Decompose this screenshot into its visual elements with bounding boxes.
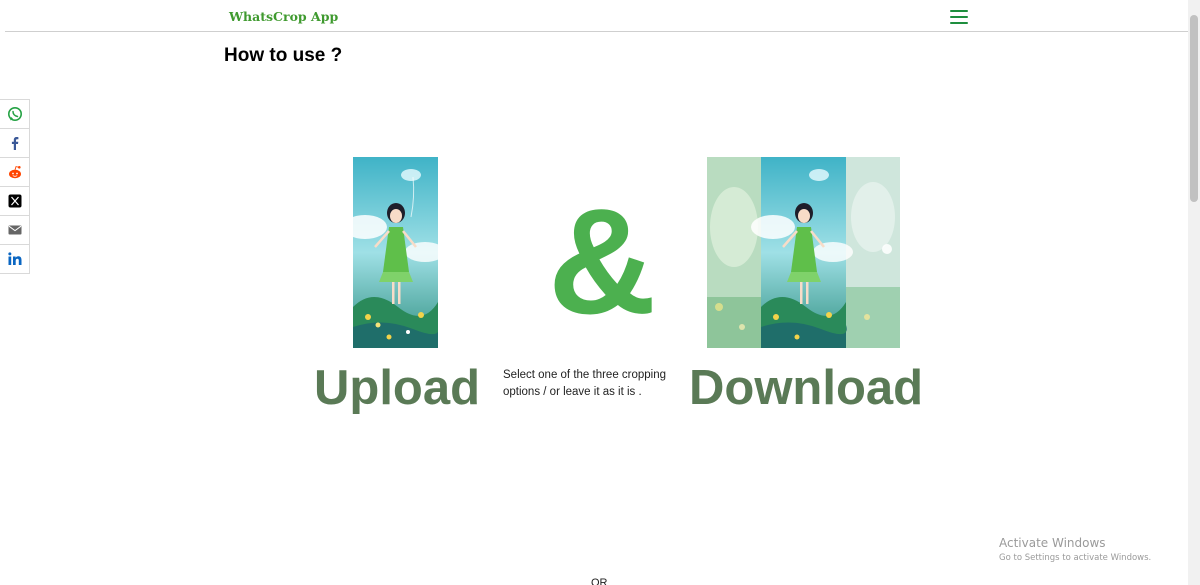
scrollbar-thumb[interactable] (1190, 15, 1198, 202)
email-icon (8, 225, 21, 235)
download-heading: Download (689, 361, 924, 415)
facebook-icon (11, 137, 18, 150)
activate-windows-watermark: Activate Windows Go to Settings to activ… (999, 536, 1151, 563)
top-navbar: WhatsCrop App (5, 0, 1188, 32)
share-x-button[interactable] (0, 186, 30, 216)
download-example-image (707, 157, 900, 348)
share-whatsapp-button[interactable] (0, 99, 30, 129)
upload-example-image (353, 157, 438, 348)
page-title: How to use ? (224, 45, 343, 66)
reddit-icon (8, 166, 21, 179)
share-linkedin-button[interactable] (0, 244, 30, 274)
x-twitter-icon (8, 194, 21, 208)
whatsapp-icon (7, 107, 22, 121)
share-email-button[interactable] (0, 215, 30, 245)
hamburger-menu-icon[interactable] (950, 10, 968, 26)
share-facebook-button[interactable] (0, 128, 30, 158)
watermark-title: Activate Windows (999, 536, 1106, 550)
ampersand-symbol: & (548, 177, 657, 345)
upload-heading: Upload (314, 361, 481, 415)
crop-instruction-text: Select one of the three cropping options… (503, 369, 667, 398)
page-scrollbar[interactable] (1188, 0, 1200, 585)
share-reddit-button[interactable] (0, 157, 30, 187)
linkedin-icon (7, 252, 21, 265)
brand-logo-link[interactable]: WhatsCrop App (229, 9, 338, 24)
watermark-subtitle: Go to Settings to activate Windows. (999, 553, 1152, 563)
share-sidebar (0, 99, 30, 274)
or-divider-text: OR (591, 577, 608, 585)
